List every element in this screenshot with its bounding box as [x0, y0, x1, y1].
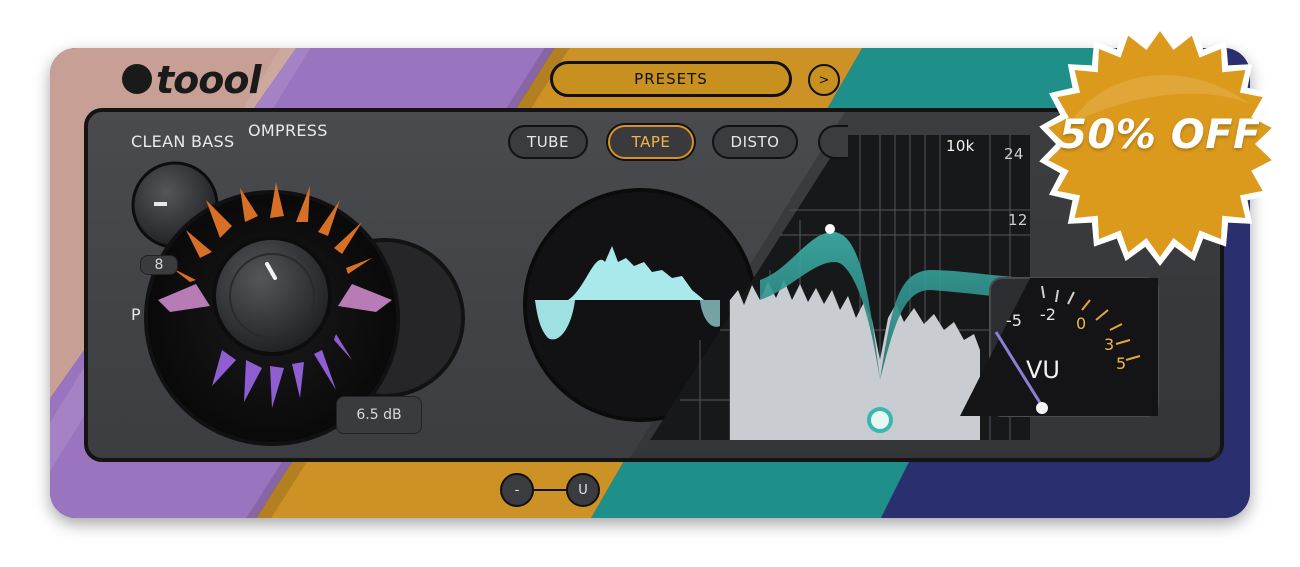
- mode-extra-button[interactable]: [818, 125, 848, 159]
- clean-bass-label: CLEAN BASS: [131, 132, 235, 151]
- compress-knob[interactable]: [212, 236, 332, 356]
- minus-icon: -: [514, 482, 520, 498]
- logo: toool: [122, 58, 262, 102]
- u-button[interactable]: U: [566, 473, 600, 507]
- mode-disto-button[interactable]: DISTO: [712, 125, 798, 159]
- discount-badge-text: 50% OFF: [1059, 112, 1261, 158]
- mode-tube-button[interactable]: TUBE: [508, 125, 588, 159]
- compress-value: 6.5 dB: [336, 396, 422, 434]
- logo-icon: [122, 63, 152, 94]
- compress-value-text: 6.5 dB: [356, 407, 402, 423]
- eq-band-handle-1[interactable]: [825, 224, 835, 234]
- compress-label: OMPRESS: [248, 121, 328, 140]
- eq-gain-label-24: 24: [1004, 145, 1024, 163]
- eq-band-handle-2[interactable]: [867, 407, 893, 433]
- plugin-bundle-banner: toool PRESETS > CLEAN BASS 8 OMPRESS P 6…: [0, 0, 1300, 567]
- vu-scale-minus5: -5: [1006, 311, 1022, 330]
- vu-scale-minus2: -2: [1040, 305, 1056, 324]
- mode-tube-label: TUBE: [527, 133, 569, 151]
- u-button-label: U: [578, 482, 588, 498]
- presets-label: PRESETS: [634, 70, 708, 88]
- presets-button[interactable]: PRESETS: [550, 61, 792, 97]
- next-preset-button[interactable]: >: [808, 64, 840, 96]
- chevron-right-icon: >: [818, 72, 830, 88]
- mode-disto-label: DISTO: [730, 133, 780, 151]
- partial-label: P: [131, 305, 141, 324]
- vu-scale-3: 3: [1104, 335, 1115, 354]
- clean-bass-value-text: 8: [154, 257, 164, 273]
- logo-text: toool: [156, 58, 262, 102]
- mode-tape-button[interactable]: TAPE: [608, 125, 694, 159]
- eq-freq-label: 10k: [946, 137, 975, 155]
- vu-label: VU: [1026, 356, 1060, 384]
- eq-gain-label-12: 12: [1008, 211, 1028, 229]
- vu-scale-5: 5: [1116, 354, 1127, 373]
- vu-scale-0: 0: [1076, 314, 1087, 333]
- clean-bass-value: 8: [140, 255, 178, 275]
- knob-indicator: [154, 202, 167, 206]
- mode-tape-label: TAPE: [631, 133, 671, 151]
- minus-button[interactable]: -: [500, 473, 534, 507]
